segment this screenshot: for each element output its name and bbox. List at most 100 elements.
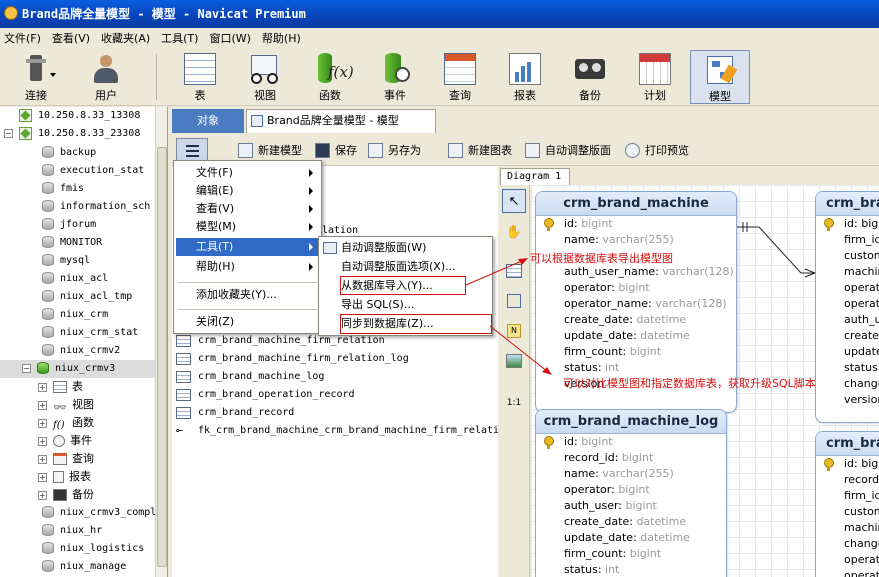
entity-field: operat	[844, 569, 879, 577]
tab-objects[interactable]: 对象	[172, 109, 244, 133]
tab-model[interactable]: Brand品牌全量模型 - 模型	[246, 109, 436, 133]
menu-file[interactable]: 文件(F)	[4, 30, 41, 46]
diagram-tab[interactable]: Diagram 1	[500, 168, 570, 185]
database-item[interactable]: backup	[42, 144, 96, 162]
entity-field: firm_id	[844, 233, 879, 246]
print-preview-button[interactable]: 打印预览	[625, 142, 689, 160]
list-item[interactable]: crm_brand_machine_firm_relation_log	[176, 350, 409, 368]
menu-item-auto-layout-options[interactable]: 自动调整版面选项(X)...	[321, 258, 490, 276]
table-icon	[176, 353, 191, 365]
database-item[interactable]: niux_crm	[42, 306, 108, 324]
menu-item-help[interactable]: 帮助(H)	[176, 258, 319, 276]
toolbar-connect-button[interactable]: 连接	[6, 50, 66, 104]
hand-tool-icon[interactable]: ✋	[502, 221, 526, 245]
list-item[interactable]: crm_brand_operation_record	[176, 386, 355, 404]
tree-node-backups[interactable]: + 备份	[38, 486, 94, 504]
toolbar-function-button[interactable]: f(x) 函数	[300, 50, 360, 104]
save-button[interactable]: 保存	[315, 142, 357, 160]
database-item[interactable]: execution_stat	[42, 162, 144, 180]
note-tool-icon[interactable]: N	[502, 319, 526, 343]
entity-crm-brand-machine-log[interactable]: crm_brand_machine_log id: bigint record_…	[535, 409, 727, 577]
connection-item[interactable]: −10.250.8.33_23308	[4, 125, 140, 143]
menu-window[interactable]: 窗口(W)	[209, 30, 250, 46]
auto-layout-button[interactable]: 自动调整版面	[525, 142, 611, 160]
database-item[interactable]: niux_acl_tmp	[42, 288, 132, 306]
menu-item-auto-layout[interactable]: 自动调整版面(W)	[321, 239, 490, 257]
database-item[interactable]: niux_logistics	[42, 540, 144, 558]
image-tool-icon[interactable]	[502, 349, 526, 373]
menu-item-tools[interactable]: 工具(T)	[176, 238, 319, 256]
tree-node-functions[interactable]: + f() 函数	[38, 414, 94, 432]
expand-icon[interactable]: +	[38, 436, 47, 446]
database-item[interactable]: fmis	[42, 180, 84, 198]
menu-item-file[interactable]: 文件(F)	[176, 164, 319, 182]
save-as-button[interactable]: 另存为	[368, 142, 421, 160]
toolbar-model-button[interactable]: 模型	[690, 50, 750, 104]
tree-node-tables[interactable]: + 表	[38, 378, 83, 396]
scrollbar-thumb[interactable]	[157, 147, 167, 567]
database-item[interactable]: information_sch	[42, 198, 150, 216]
expand-icon[interactable]: +	[38, 382, 47, 392]
menu-item-edit[interactable]: 编辑(E)	[176, 182, 319, 200]
entity-field: machin	[844, 521, 879, 534]
event-icon	[53, 435, 65, 447]
menu-favorites[interactable]: 收藏夹(A)	[101, 30, 150, 46]
database-icon	[42, 272, 54, 284]
database-item[interactable]: niux_hr	[42, 522, 102, 540]
tree-node-queries[interactable]: + 查询	[38, 450, 94, 468]
collapse-icon[interactable]: −	[22, 363, 31, 373]
database-item[interactable]: niux_crmv2	[42, 342, 120, 360]
database-item[interactable]: niux_crmv3_compl	[42, 504, 156, 522]
tree-node-events[interactable]: + 事件	[38, 432, 92, 450]
expand-icon[interactable]: +	[38, 454, 47, 464]
toolbar-backup-button[interactable]: 备份	[560, 50, 620, 104]
database-item[interactable]: niux_manage	[42, 558, 126, 576]
menu-view[interactable]: 查看(V)	[52, 30, 90, 46]
menu-tools[interactable]: 工具(T)	[161, 30, 198, 46]
toolbar-report-button[interactable]: 报表	[495, 50, 555, 104]
nav-scrollbar[interactable]	[155, 107, 167, 577]
entity-field: operat	[844, 553, 879, 566]
new-diagram-button[interactable]: 新建图表	[448, 142, 512, 160]
database-item[interactable]: niux_crm_stat	[42, 324, 138, 342]
database-item[interactable]: MONITOR	[42, 234, 102, 252]
entity-crm-brand-partial-1[interactable]: crm_bra id: bigi firm_id custom machin o…	[815, 191, 879, 423]
menu-item-close[interactable]: 关闭(Z)	[176, 313, 319, 331]
collapse-icon[interactable]: −	[4, 128, 13, 138]
menu-help[interactable]: 帮助(H)	[262, 30, 301, 46]
expand-icon[interactable]: +	[38, 418, 47, 428]
menu-item-view[interactable]: 查看(V)	[176, 200, 319, 218]
table-tool-icon[interactable]	[502, 259, 526, 283]
expand-icon[interactable]: +	[38, 400, 47, 410]
new-model-button[interactable]: 新建模型	[238, 142, 302, 160]
toolbar-user-button[interactable]: 用户	[76, 50, 136, 104]
expand-icon[interactable]: +	[38, 472, 47, 482]
toolbar-view-button[interactable]: 视图	[235, 50, 295, 104]
list-item[interactable]: crm_brand_record	[176, 404, 294, 422]
toolbar-query-button[interactable]: 查询	[430, 50, 490, 104]
menu-item-export-sql[interactable]: 导出 SQL(S)...	[321, 296, 490, 314]
database-item[interactable]: mysql	[42, 252, 90, 270]
main-toolbar: 连接 用户 表 视图 f(x) 函数 事件 查询 报表 备份 计划 模型	[0, 48, 879, 106]
toolbar-event-button[interactable]: 事件	[365, 50, 425, 104]
pointer-tool-icon[interactable]: ↖	[502, 189, 526, 213]
tree-node-reports[interactable]: + 报表	[38, 468, 91, 486]
navicat-app-icon	[4, 6, 18, 20]
database-item-selected[interactable]: − niux_crmv3	[0, 360, 155, 378]
tree-node-views[interactable]: + 👓 视图	[38, 396, 94, 414]
expand-icon[interactable]: +	[38, 490, 47, 500]
zoom-one-to-one-icon[interactable]: 1:1	[502, 391, 526, 415]
toolbar-table-button[interactable]: 表	[170, 50, 230, 104]
connection-item[interactable]: 10.250.8.33_13308	[4, 107, 140, 125]
submenu-arrow-icon	[309, 263, 313, 271]
plug-icon	[20, 53, 56, 85]
toolbar-schedule-button[interactable]: 计划	[625, 50, 685, 104]
menu-item-model[interactable]: 模型(M)	[176, 218, 319, 236]
database-item[interactable]: jforum	[42, 216, 96, 234]
entity-crm-brand-partial-2[interactable]: crm_bra id: bigi record_ firm_id custom …	[815, 431, 879, 577]
menu-item-add-favorite[interactable]: 添加收藏夹(Y)...	[176, 286, 319, 304]
database-item[interactable]: niux_acl	[42, 270, 108, 288]
relation-tool-icon[interactable]	[502, 289, 526, 313]
list-item[interactable]: crm_brand_machine_log	[176, 368, 324, 386]
list-item-foreign-key[interactable]: ⟜ fk_crm_brand_machine_crm_brand_machine_…	[176, 422, 499, 440]
